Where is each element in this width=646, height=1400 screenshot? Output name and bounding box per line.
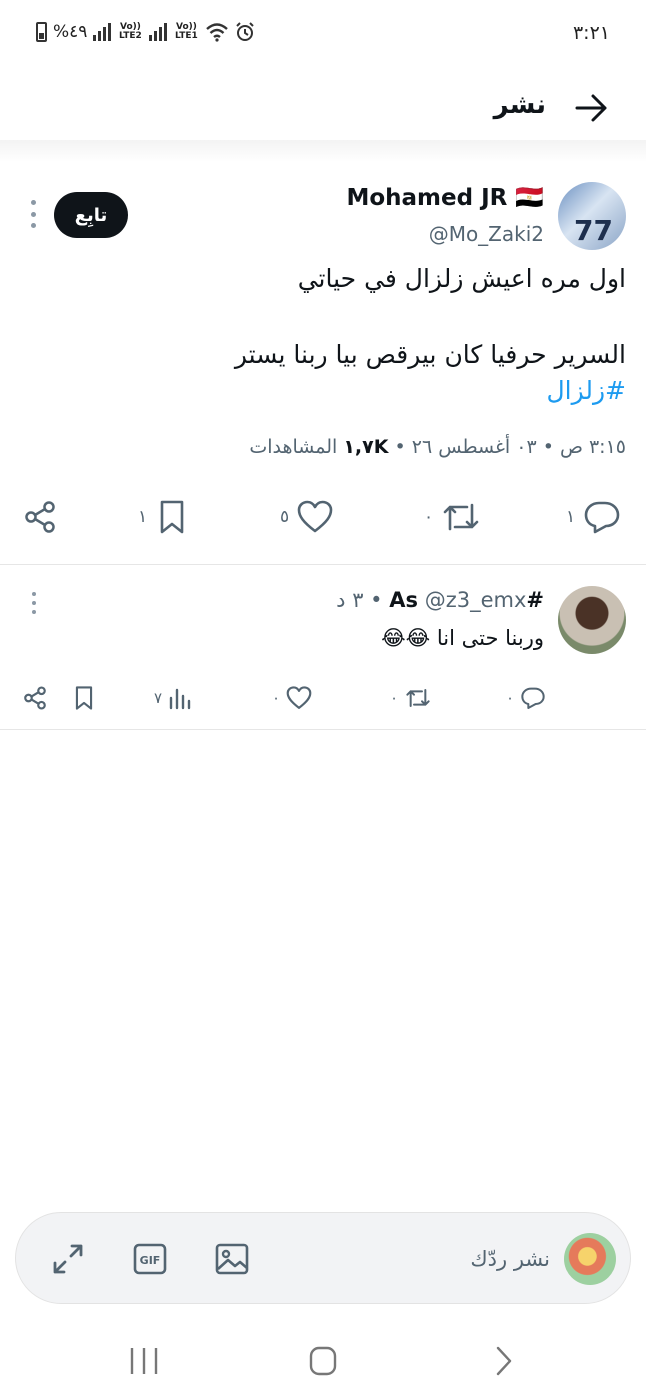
page-title: نشر xyxy=(493,90,546,120)
home-icon[interactable] xyxy=(303,1344,343,1378)
bookmark-button[interactable]: ١ xyxy=(138,492,189,542)
header-divider xyxy=(0,140,646,162)
reply-actions: ٧ ٠ ٠ ٠ xyxy=(0,678,646,718)
tweet-meta: ٣:١٥ ص • ٠٣ أغسطس ٢٦ • ١,٧K المشاهدات xyxy=(249,436,626,458)
author-handle[interactable]: @Mo_Zaki2 xyxy=(429,222,544,246)
battery-percent: %٤٩ xyxy=(53,22,88,42)
reply-more-options-icon[interactable] xyxy=(30,592,38,614)
bookmark-icon xyxy=(75,686,93,710)
status-time: ٣:٢١ xyxy=(572,22,610,44)
reply-header: #As @z3_emx • ٣ د xyxy=(336,588,544,612)
views-label: المشاهدات xyxy=(249,436,338,458)
retweet-icon xyxy=(443,503,479,531)
reply-time: • ٣ د xyxy=(336,588,383,612)
image-icon[interactable] xyxy=(214,1241,250,1277)
analytics-icon xyxy=(169,688,191,710)
reply-share-button[interactable] xyxy=(22,678,48,718)
reply-input[interactable] xyxy=(390,1244,550,1274)
status-bar: %٤٩ Vo)) LTE2 Vo)) LTE1 ٣:٢١ xyxy=(0,0,646,70)
signal-icon-2 xyxy=(149,23,168,41)
retweet-button[interactable]: ٠ xyxy=(424,492,481,542)
reply-like-button[interactable]: ٠ xyxy=(272,678,312,718)
avatar-jersey-number: 77 xyxy=(574,214,613,247)
battery-icon xyxy=(36,22,47,42)
views-count: ١,٧K xyxy=(343,436,389,458)
arrow-right-icon[interactable] xyxy=(574,92,610,124)
wifi-icon xyxy=(206,23,229,42)
share-button[interactable] xyxy=(22,492,58,542)
main-tweet: 77 Mohamed JR 🇪🇬 @Mo_Zaki2 تابِع اول مره… xyxy=(0,162,646,565)
comment-icon xyxy=(521,687,545,709)
composer-avatar xyxy=(564,1233,616,1285)
svg-text:GIF: GIF xyxy=(140,1254,161,1267)
reply-bookmark-button[interactable] xyxy=(72,678,96,718)
reply-like-count: ٠ xyxy=(272,689,281,707)
tweet-actions: ١ ٥ ٠ ١ xyxy=(0,492,646,542)
gif-icon[interactable]: GIF xyxy=(132,1241,168,1277)
reply-composer: GIF xyxy=(15,1212,631,1304)
tweet-text-line-2: السرير حرفيا كان بيرقص بيا ربنا يستر xyxy=(234,340,626,369)
status-indicators: %٤٩ Vo)) LTE2 Vo)) LTE1 xyxy=(36,22,255,42)
like-button[interactable]: ٥ xyxy=(280,492,333,542)
expand-icon[interactable] xyxy=(50,1241,86,1277)
share-icon xyxy=(25,501,55,533)
bookmark-icon xyxy=(160,500,184,534)
reply-button[interactable]: ١ xyxy=(566,492,621,542)
reply-views-button[interactable]: ٧ xyxy=(154,678,192,718)
like-count: ٥ xyxy=(280,507,290,527)
avatar[interactable]: 77 xyxy=(558,182,626,250)
reply-retweet-count: ٠ xyxy=(390,689,399,707)
reply-retweet-button[interactable]: ٠ xyxy=(390,678,432,718)
author-name[interactable]: Mohamed JR 🇪🇬 xyxy=(346,184,544,211)
bookmark-count: ١ xyxy=(138,507,148,527)
hashtag-link[interactable]: #زلزال xyxy=(546,376,626,405)
signal-icon xyxy=(93,23,112,41)
reply-reply-button[interactable]: ٠ xyxy=(506,678,546,718)
alarm-icon xyxy=(236,22,255,41)
heart-icon xyxy=(297,500,333,533)
retweet-icon xyxy=(406,689,430,707)
sim1-lte-label: Vo)) LTE2 xyxy=(119,22,142,41)
reply-avatar[interactable] xyxy=(558,586,626,654)
heart-icon xyxy=(286,686,312,709)
recent-apps-icon[interactable] xyxy=(124,1344,164,1378)
sim2-lte-label: Vo)) LTE1 xyxy=(175,22,198,41)
reply-author-handle[interactable]: @z3_emx xyxy=(425,588,527,612)
share-icon xyxy=(24,686,46,710)
tweet-text-line-1: اول مره اعيش زلزال في حياتي xyxy=(297,264,626,293)
retweet-count: ٠ xyxy=(424,507,434,527)
more-options-icon[interactable] xyxy=(28,200,38,228)
comment-icon xyxy=(584,501,620,534)
back-chevron-icon[interactable] xyxy=(484,1344,524,1378)
reply-tweet[interactable]: #As @z3_emx • ٣ د وربنا حتى انا 😂😂 ٧ ٠ ٠… xyxy=(0,566,646,730)
system-nav-bar xyxy=(0,1320,646,1400)
reply-reply-count: ٠ xyxy=(506,689,515,707)
follow-button[interactable]: تابِع xyxy=(54,192,128,238)
reply-text: وربنا حتى انا 😂😂 xyxy=(381,626,544,650)
reply-count: ١ xyxy=(566,507,576,527)
tweet-timestamp: ٣:١٥ ص • ٠٣ أغسطس ٢٦ • xyxy=(394,436,626,458)
reply-views-count: ٧ xyxy=(154,689,163,707)
